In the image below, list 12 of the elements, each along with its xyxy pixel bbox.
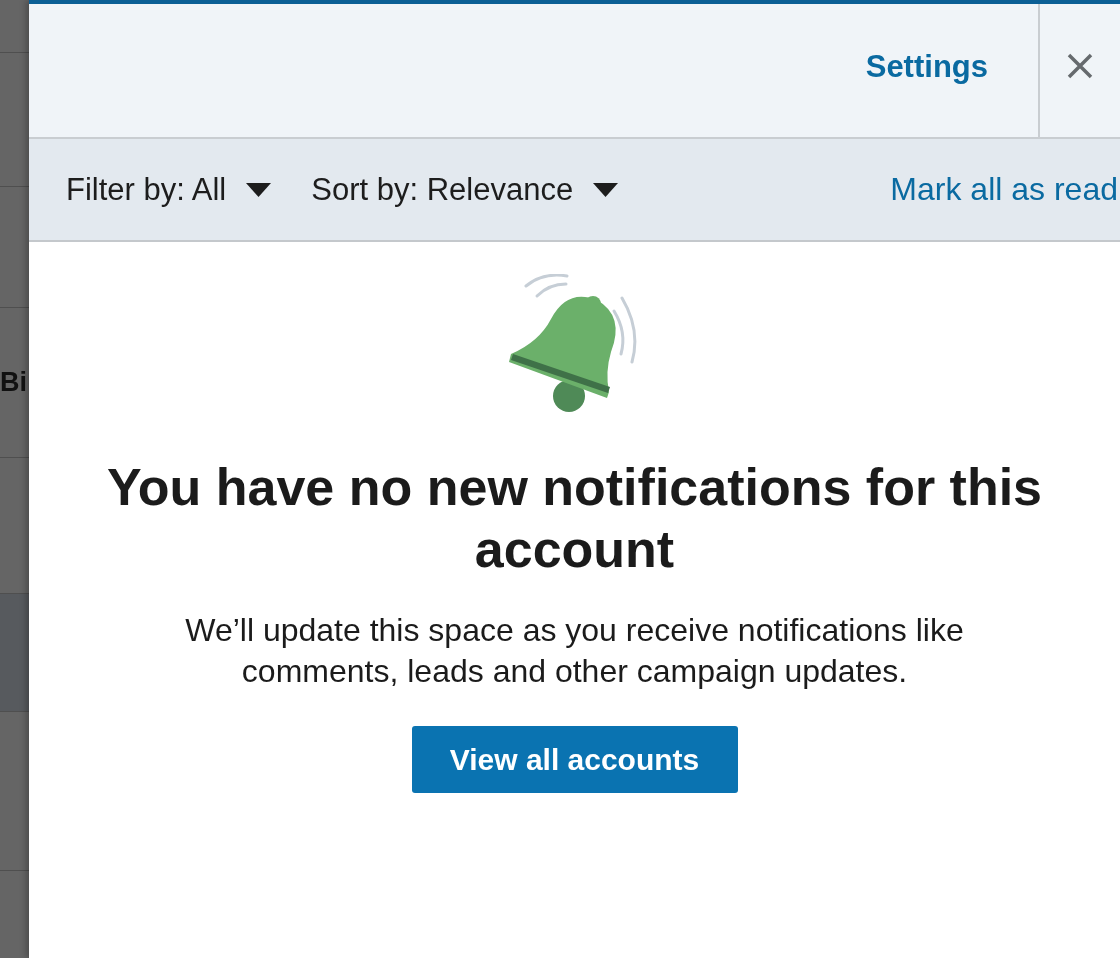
- empty-state-message: We’ll update this space as you receive notifications like comments, leads and other campaign updates.: [184, 611, 965, 691]
- backdrop-text: Bi: [0, 369, 27, 396]
- empty-state-title: You have no new notifications for this account: [105, 457, 1044, 580]
- view-all-accounts-button[interactable]: View all accounts: [411, 726, 738, 793]
- mark-all-read-link[interactable]: Mark all as read: [890, 171, 1120, 208]
- dropdown-button[interactable]: Filter by: All: [66, 171, 272, 208]
- settings-link[interactable]: Settings: [865, 48, 988, 85]
- caret-icon: [246, 182, 272, 197]
- dropdown-label: Filter by: All: [66, 171, 227, 208]
- backdrop-row: [0, 0, 29, 53]
- caret-icon: [593, 182, 619, 197]
- close-icon: [1067, 52, 1093, 79]
